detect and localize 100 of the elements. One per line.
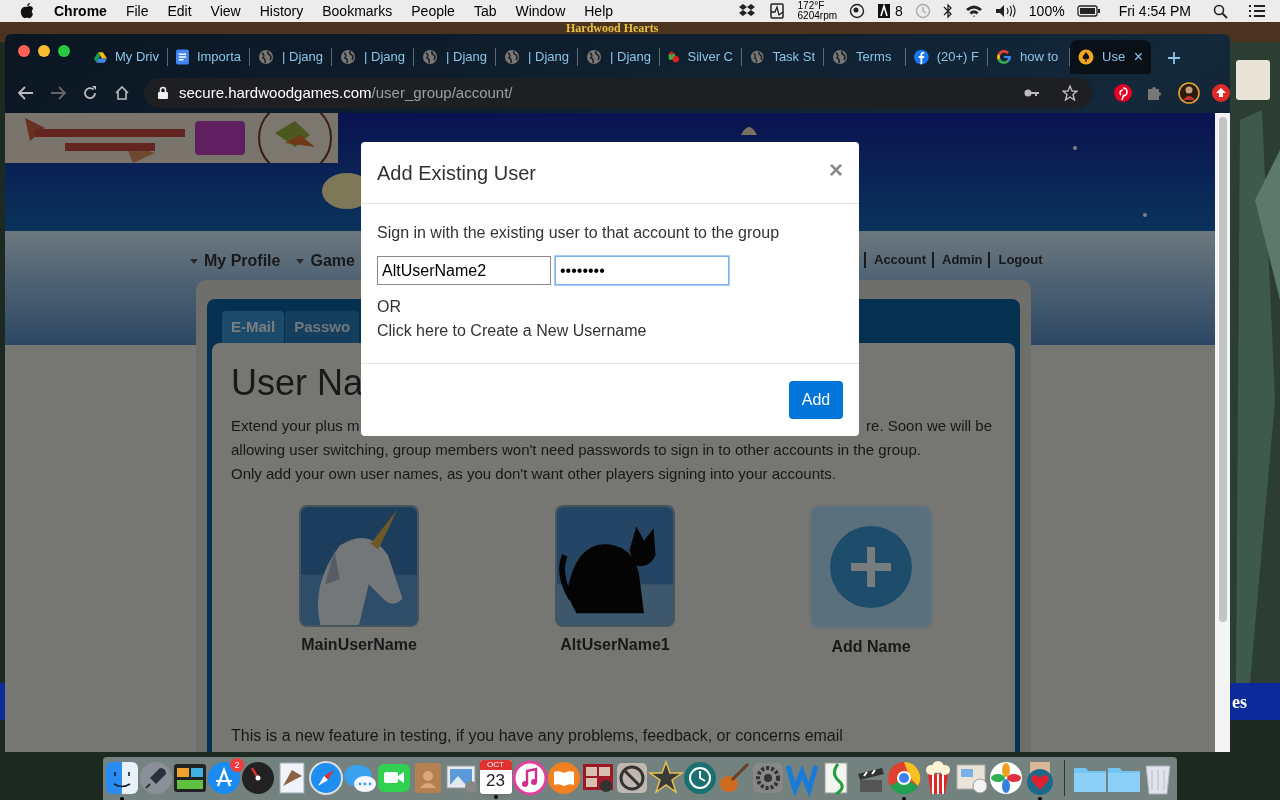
document-icon xyxy=(176,48,189,65)
intro-text: Only add your own user names, as you don't want other players signing into your accounts. xyxy=(231,464,837,484)
create-username-link[interactable]: Click here to Create a New Username xyxy=(377,318,647,344)
browser-icon[interactable] xyxy=(885,760,922,796)
new-tab-icon[interactable] xyxy=(1167,50,1181,65)
home-icon[interactable] xyxy=(114,84,130,101)
close-window-button[interactable] xyxy=(18,44,30,57)
clock-icon[interactable] xyxy=(681,760,718,796)
star-icon[interactable] xyxy=(1062,84,1078,101)
zoom-window-button[interactable] xyxy=(58,44,70,57)
tab-title: | Djang xyxy=(364,47,405,66)
menu-item[interactable]: Edit xyxy=(167,0,192,22)
globe-icon xyxy=(832,48,848,65)
facebook-icon xyxy=(914,48,929,65)
address-bar[interactable]: secure.hardwoodgames.com/user_group/account/ xyxy=(144,77,1092,108)
pinterest-icon[interactable] xyxy=(1114,83,1132,102)
intro-text: re. Soon we will be xyxy=(866,416,992,436)
caret-icon xyxy=(296,258,305,264)
book-icon[interactable] xyxy=(545,760,582,796)
tab-title: (20+) F xyxy=(936,47,979,66)
font-icon[interactable] xyxy=(877,3,892,19)
tab-title: Terms xyxy=(856,47,892,66)
browser-tab[interactable]: | Djang xyxy=(496,39,577,74)
upload-icon[interactable] xyxy=(1212,83,1230,102)
tab-title: Use xyxy=(1102,47,1126,66)
input-field[interactable]: AltUserName2 xyxy=(377,256,551,285)
scrollbar-thumb[interactable] xyxy=(1218,117,1227,622)
bluetooth-icon[interactable] xyxy=(942,3,953,19)
url-host: secure.hardwoodgames.com xyxy=(179,82,372,103)
menu-clock[interactable]: Fri 4:54 PM xyxy=(1118,0,1191,22)
menu-item[interactable]: Bookmarks xyxy=(322,0,393,22)
browser-tab[interactable]: Task St xyxy=(742,39,823,74)
menu-item[interactable]: People xyxy=(411,0,455,22)
browser-tab[interactable]: how to xyxy=(988,39,1069,74)
or-text: OR xyxy=(377,297,402,317)
spade-icon xyxy=(1078,48,1094,65)
apple-icon[interactable] xyxy=(20,3,34,19)
scrollbar[interactable] xyxy=(1215,113,1230,752)
intro-text: allowing user switching, group members won't need passwords to sign in to other accounts in the group. xyxy=(231,440,922,460)
battery-icon[interactable] xyxy=(1076,5,1101,17)
avatar-icon[interactable] xyxy=(1178,81,1200,104)
desktop-banner xyxy=(0,683,5,720)
intro-text: Extend your plus m xyxy=(231,416,360,436)
eye-icon[interactable] xyxy=(849,3,866,19)
menu-item[interactable]: History xyxy=(259,0,304,22)
forward-icon[interactable] xyxy=(50,85,66,100)
badge-count: 8 xyxy=(895,1,903,21)
globe-icon xyxy=(340,48,356,65)
search-icon[interactable] xyxy=(1213,3,1228,19)
flower-icon[interactable] xyxy=(987,760,1024,796)
menu-item[interactable]: Window xyxy=(515,0,566,22)
temperature-reading: 172°F xyxy=(797,1,826,11)
star-icon[interactable] xyxy=(647,760,684,796)
tab-title: Task St xyxy=(772,47,815,66)
browser-tab[interactable]: Terms xyxy=(824,39,905,74)
menu-item[interactable]: File xyxy=(125,0,149,22)
calendar-month: OCT xyxy=(479,760,512,770)
back-icon[interactable] xyxy=(18,85,34,100)
compass-icon[interactable] xyxy=(307,760,344,796)
caret-icon xyxy=(190,258,198,264)
store-icon[interactable] xyxy=(205,760,242,796)
url-path: /user_group/account/ xyxy=(371,82,513,103)
tab-title: how to xyxy=(1020,47,1059,66)
browser-tab[interactable]: My Driv xyxy=(86,39,167,74)
browser-tab[interactable]: | Djang xyxy=(332,39,413,74)
app-menu[interactable]: Chrome xyxy=(54,0,107,22)
minimize-window-button[interactable] xyxy=(38,44,50,57)
calendar-icon[interactable]: OCT 23 xyxy=(479,760,512,794)
input-field[interactable]: •••••••• xyxy=(555,256,729,285)
menu-item[interactable]: Help xyxy=(584,0,614,22)
battery-percent: 100% xyxy=(1028,1,1065,21)
list-icon[interactable] xyxy=(1248,4,1266,18)
volume-icon[interactable] xyxy=(994,4,1017,18)
key-icon[interactable] xyxy=(1024,87,1040,98)
browser-tab[interactable]: Use × xyxy=(1070,39,1151,74)
footer-text: This is a new feature in testing, if you have any problems, feedback, or concerns email xyxy=(231,726,844,746)
browser-tab[interactable]: Silver C xyxy=(660,39,741,74)
tab-title: | Djang xyxy=(528,47,569,66)
tab-title: Silver C xyxy=(687,47,733,66)
wifi-icon[interactable] xyxy=(964,4,983,18)
browser-tab[interactable]: Importa xyxy=(168,39,249,74)
chip-icon[interactable] xyxy=(767,2,786,20)
dropbox-icon[interactable] xyxy=(737,3,756,19)
browser-tab[interactable]: | Djang xyxy=(578,39,659,74)
menu-item[interactable]: Tab xyxy=(473,0,497,22)
page-heading: User Na xyxy=(231,363,359,403)
browser-tab[interactable]: | Djang xyxy=(414,39,495,74)
globe-icon xyxy=(258,48,274,65)
browser-tab[interactable]: | Djang xyxy=(250,39,331,74)
close-tab-button[interactable]: × xyxy=(1133,48,1143,65)
add-button[interactable]: Add xyxy=(789,381,843,419)
menu-item[interactable]: View xyxy=(210,0,241,22)
gauge-icon[interactable] xyxy=(239,760,276,796)
browser-tab[interactable]: (20+) F xyxy=(906,39,987,74)
user-name-label: AltUserName1 xyxy=(560,635,670,655)
face-icon[interactable] xyxy=(103,760,140,796)
music-note-icon[interactable] xyxy=(511,760,548,796)
drive-icon xyxy=(94,49,107,64)
reload-icon[interactable] xyxy=(82,84,98,101)
globe-icon xyxy=(422,48,438,65)
